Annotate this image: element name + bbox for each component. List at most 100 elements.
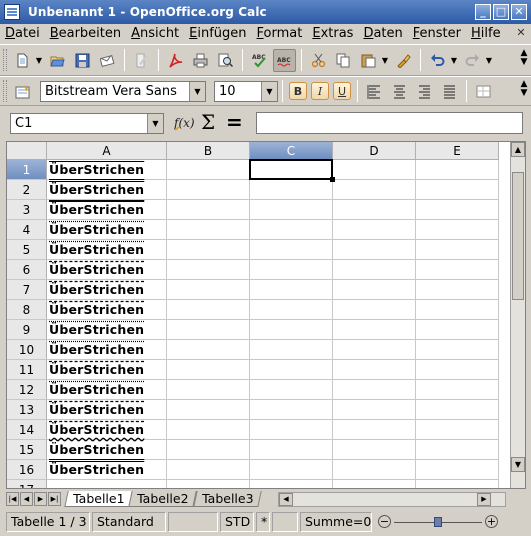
row-header-8[interactable]: 8 [7,300,47,320]
copy-icon[interactable] [332,49,355,72]
column-header-a[interactable]: A [47,142,167,160]
cell-a8[interactable]: ÜberStrichen [49,300,144,319]
cell-a2[interactable]: ÜberStrichen [49,180,144,199]
sum-display[interactable]: Summe=0 [300,512,372,532]
email-document-icon[interactable] [96,49,119,72]
merge-cells-icon[interactable] [472,80,495,103]
column-header-b[interactable]: B [167,142,250,160]
cell-a5[interactable]: ÜberStrichen [49,240,144,259]
vertical-scroll-thumb[interactable] [512,172,524,300]
redo-dropdown-icon[interactable]: ▼ [485,56,493,65]
maximize-button[interactable]: □ [493,4,509,20]
scroll-right-icon[interactable]: ▶ [477,493,491,506]
menu-extras[interactable]: Extras [307,24,358,44]
row-header-4[interactable]: 4 [7,220,47,240]
zoom-in-icon[interactable]: + [485,515,498,528]
undo-dropdown-icon[interactable]: ▼ [450,56,458,65]
page-preview-icon[interactable] [214,49,237,72]
menu-ansicht[interactable]: Ansicht [126,24,184,44]
save-icon[interactable] [71,49,94,72]
cell-a11[interactable]: ÜberStrichen [49,360,144,379]
zoom-slider[interactable]: − + [378,512,498,532]
spellcheck-icon[interactable]: ABC [248,49,271,72]
edit-file-icon[interactable] [130,49,153,72]
row-header-13[interactable]: 13 [7,400,47,420]
row-header-5[interactable]: 5 [7,240,47,260]
scroll-down-icon[interactable]: ▼ [511,457,525,472]
toolbar-grip[interactable] [3,49,7,71]
autospellcheck-icon[interactable]: ABC [273,48,296,72]
sheet-tab-tabelle2[interactable]: Tabelle2 [128,491,198,507]
print-icon[interactable] [189,49,212,72]
align-center-icon[interactable] [388,80,411,103]
function-wizard-icon[interactable]: f(x) [173,114,195,134]
sheet-tab-tabelle3[interactable]: Tabelle3 [193,491,263,507]
italic-button[interactable]: I [311,82,329,100]
format-paintbrush-icon[interactable] [392,49,415,72]
menu-bearbeiten[interactable]: Bearbeiten [45,24,126,44]
function-icon[interactable]: = [226,110,243,134]
next-sheet-icon[interactable]: ▶ [34,492,47,506]
align-left-icon[interactable] [363,80,386,103]
cell-a4[interactable]: ÜberStrichen [49,220,144,239]
align-right-icon[interactable] [413,80,436,103]
paste-dropdown-icon[interactable]: ▼ [381,56,389,65]
font-name-combo[interactable]: Bitstream Vera Sans ▼ [40,80,206,102]
menu-format[interactable]: Format [252,24,308,44]
cell-reference-value[interactable]: C1 [11,116,147,131]
first-sheet-icon[interactable]: |◀ [6,492,19,506]
export-pdf-icon[interactable] [164,49,187,72]
name-box[interactable]: C1 ▼ [10,113,164,134]
toolbar-grip[interactable] [3,80,7,102]
cell-a1[interactable]: ÜberStrichen [49,160,144,179]
row-header-15[interactable]: 15 [7,440,47,460]
row-header-10[interactable]: 10 [7,340,47,360]
row-header-9[interactable]: 9 [7,320,47,340]
menu-hilfe[interactable]: Hilfe [466,24,506,44]
font-name-value[interactable]: Bitstream Vera Sans [41,84,189,99]
zoom-out-icon[interactable]: − [378,515,391,528]
vertical-scrollbar[interactable]: ▲ ▼ [510,142,525,488]
sheet-tab-tabelle1[interactable]: Tabelle1 [64,491,134,507]
row-header-1[interactable]: 1 [7,160,47,180]
menu-daten[interactable]: Daten [358,24,407,44]
paste-icon[interactable] [357,49,380,72]
digital-signature-field[interactable] [272,512,298,532]
cell-a9[interactable]: ÜberStrichen [49,320,144,339]
cell-a7[interactable]: ÜberStrichen [49,280,144,299]
font-size-value[interactable]: 10 [215,84,261,99]
row-header-2[interactable]: 2 [7,180,47,200]
font-size-combo[interactable]: 10 ▼ [214,80,278,102]
minimize-button[interactable]: _ [475,4,491,20]
formula-input[interactable] [256,112,523,134]
row-header-14[interactable]: 14 [7,420,47,440]
toolbar-overflow-icon[interactable]: ▲ ▼ [519,80,529,98]
new-document-icon[interactable] [11,49,34,72]
align-justify-icon[interactable] [438,80,461,103]
scroll-up-icon[interactable]: ▲ [511,142,525,157]
horizontal-scrollbar[interactable]: ◀ ▶ [278,492,506,507]
bold-button[interactable]: B [289,82,307,100]
select-all-corner[interactable] [7,142,47,160]
spreadsheet-grid[interactable]: ABCDE 1234567891011121314151617 ÜberStri… [6,141,526,489]
cell-a10[interactable]: ÜberStrichen [49,340,144,359]
close-button[interactable]: ✕ [511,4,527,20]
scroll-left-icon[interactable]: ◀ [279,493,293,506]
row-header-6[interactable]: 6 [7,260,47,280]
row-header-7[interactable]: 7 [7,280,47,300]
row-header-3[interactable]: 3 [7,200,47,220]
underline-button[interactable]: U [333,82,351,100]
row-header-12[interactable]: 12 [7,380,47,400]
open-folder-icon[interactable] [46,49,69,72]
cut-icon[interactable] [307,49,330,72]
column-header-d[interactable]: D [333,142,416,160]
chevron-down-icon[interactable]: ▼ [147,114,163,133]
last-sheet-icon[interactable]: ▶| [48,492,61,506]
row-header-17[interactable]: 17 [7,480,47,488]
menu-datei[interactable]: Datei [0,24,45,44]
chevron-down-icon[interactable]: ▼ [261,81,277,101]
column-header-c[interactable]: C [250,142,333,160]
cell-a6[interactable]: ÜberStrichen [49,260,144,279]
styles-formatting-icon[interactable] [11,80,34,103]
row-header-11[interactable]: 11 [7,360,47,380]
